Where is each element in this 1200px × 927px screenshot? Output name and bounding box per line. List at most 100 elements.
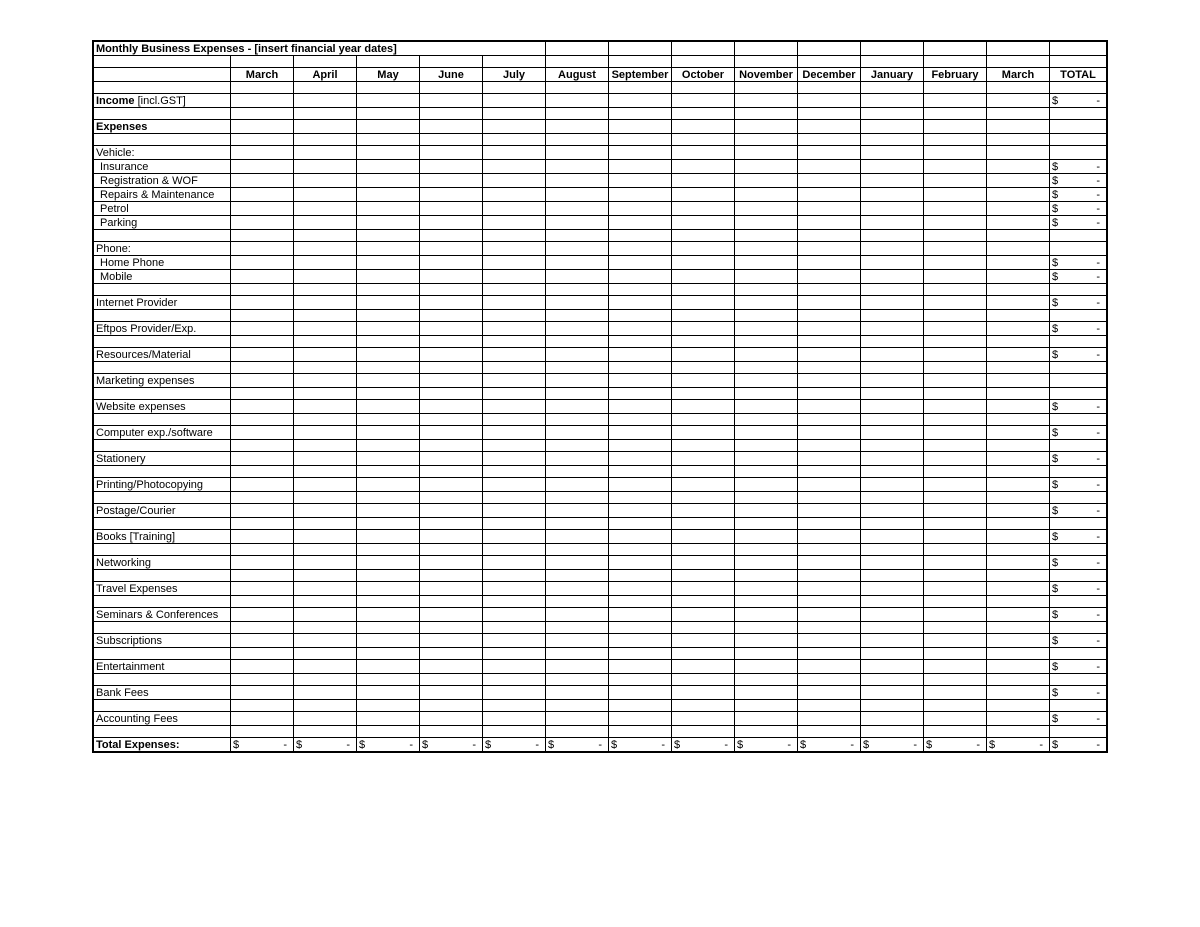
month-cell[interactable] xyxy=(735,146,798,160)
month-cell[interactable] xyxy=(798,582,861,596)
month-cell[interactable] xyxy=(609,556,672,570)
month-cell[interactable] xyxy=(420,478,483,492)
month-cell[interactable] xyxy=(609,348,672,362)
month-cell[interactable] xyxy=(483,270,546,284)
month-cell[interactable] xyxy=(609,608,672,622)
month-cell[interactable] xyxy=(483,400,546,414)
total-month-9[interactable]: $- xyxy=(798,738,861,753)
month-cell[interactable] xyxy=(483,202,546,216)
month-cell[interactable] xyxy=(672,660,735,674)
month-cell[interactable] xyxy=(294,322,357,336)
month-cell[interactable] xyxy=(609,216,672,230)
month-cell[interactable] xyxy=(546,270,609,284)
month-cell[interactable] xyxy=(609,634,672,648)
month-cell[interactable] xyxy=(357,348,420,362)
month-cell[interactable] xyxy=(483,256,546,270)
month-cell[interactable] xyxy=(294,216,357,230)
month-cell[interactable] xyxy=(924,160,987,174)
month-cell[interactable] xyxy=(546,608,609,622)
month-cell[interactable] xyxy=(861,556,924,570)
month-cell[interactable] xyxy=(924,582,987,596)
month-cell[interactable] xyxy=(357,242,420,256)
month-cell[interactable] xyxy=(924,256,987,270)
month-cell[interactable] xyxy=(672,322,735,336)
month-cell[interactable] xyxy=(357,374,420,388)
month-cell[interactable] xyxy=(735,530,798,544)
month-cell[interactable] xyxy=(546,400,609,414)
month-cell[interactable] xyxy=(924,242,987,256)
month-cell[interactable] xyxy=(483,174,546,188)
month-cell[interactable] xyxy=(546,660,609,674)
month-cell[interactable] xyxy=(546,530,609,544)
month-cell[interactable] xyxy=(798,504,861,518)
month-cell[interactable] xyxy=(420,146,483,160)
month-cell[interactable] xyxy=(546,146,609,160)
month-cell[interactable] xyxy=(924,660,987,674)
month-cell[interactable] xyxy=(609,188,672,202)
month-cell[interactable] xyxy=(357,400,420,414)
month-cell[interactable] xyxy=(231,322,294,336)
month-cell[interactable] xyxy=(987,296,1050,310)
month-cell[interactable] xyxy=(483,452,546,466)
month-cell[interactable] xyxy=(798,478,861,492)
month-cell[interactable] xyxy=(861,426,924,440)
month-cell[interactable] xyxy=(483,660,546,674)
month-cell[interactable] xyxy=(609,478,672,492)
month-cell[interactable] xyxy=(861,270,924,284)
month-cell[interactable] xyxy=(420,174,483,188)
month-cell[interactable] xyxy=(546,188,609,202)
month-cell[interactable] xyxy=(924,94,987,108)
month-cell[interactable] xyxy=(861,348,924,362)
month-cell[interactable] xyxy=(357,712,420,726)
month-cell[interactable] xyxy=(609,452,672,466)
month-cell[interactable] xyxy=(231,634,294,648)
month-cell[interactable] xyxy=(987,686,1050,700)
month-cell[interactable] xyxy=(357,582,420,596)
month-cell[interactable] xyxy=(924,202,987,216)
month-cell[interactable] xyxy=(609,202,672,216)
month-cell[interactable] xyxy=(546,634,609,648)
month-cell[interactable] xyxy=(987,256,1050,270)
month-cell[interactable] xyxy=(357,146,420,160)
month-cell[interactable] xyxy=(672,242,735,256)
month-cell[interactable] xyxy=(231,174,294,188)
month-cell[interactable] xyxy=(672,348,735,362)
month-cell[interactable] xyxy=(609,242,672,256)
month-cell[interactable] xyxy=(987,712,1050,726)
month-cell[interactable] xyxy=(357,296,420,310)
month-cell[interactable] xyxy=(672,452,735,466)
month-cell[interactable] xyxy=(231,160,294,174)
month-cell[interactable] xyxy=(483,712,546,726)
month-cell[interactable] xyxy=(546,426,609,440)
month-cell[interactable] xyxy=(861,634,924,648)
month-cell[interactable] xyxy=(735,556,798,570)
month-cell[interactable] xyxy=(546,504,609,518)
month-cell[interactable] xyxy=(294,296,357,310)
month-cell[interactable] xyxy=(357,660,420,674)
month-cell[interactable] xyxy=(483,530,546,544)
month-cell[interactable] xyxy=(672,94,735,108)
month-cell[interactable] xyxy=(294,256,357,270)
month-cell[interactable] xyxy=(924,530,987,544)
month-cell[interactable] xyxy=(987,634,1050,648)
month-cell[interactable] xyxy=(798,174,861,188)
month-cell[interactable] xyxy=(924,322,987,336)
month-cell[interactable] xyxy=(294,686,357,700)
month-cell[interactable] xyxy=(609,256,672,270)
month-cell[interactable] xyxy=(609,504,672,518)
month-cell[interactable] xyxy=(609,426,672,440)
month-cell[interactable] xyxy=(483,608,546,622)
month-cell[interactable] xyxy=(987,400,1050,414)
month-cell[interactable] xyxy=(609,160,672,174)
total-month-0[interactable]: $- xyxy=(231,738,294,753)
month-cell[interactable] xyxy=(672,256,735,270)
month-cell[interactable] xyxy=(294,712,357,726)
month-cell[interactable] xyxy=(609,686,672,700)
total-month-8[interactable]: $- xyxy=(735,738,798,753)
month-cell[interactable] xyxy=(987,530,1050,544)
month-cell[interactable] xyxy=(609,712,672,726)
month-cell[interactable] xyxy=(231,374,294,388)
month-cell[interactable] xyxy=(861,478,924,492)
month-cell[interactable] xyxy=(294,270,357,284)
month-cell[interactable] xyxy=(231,686,294,700)
